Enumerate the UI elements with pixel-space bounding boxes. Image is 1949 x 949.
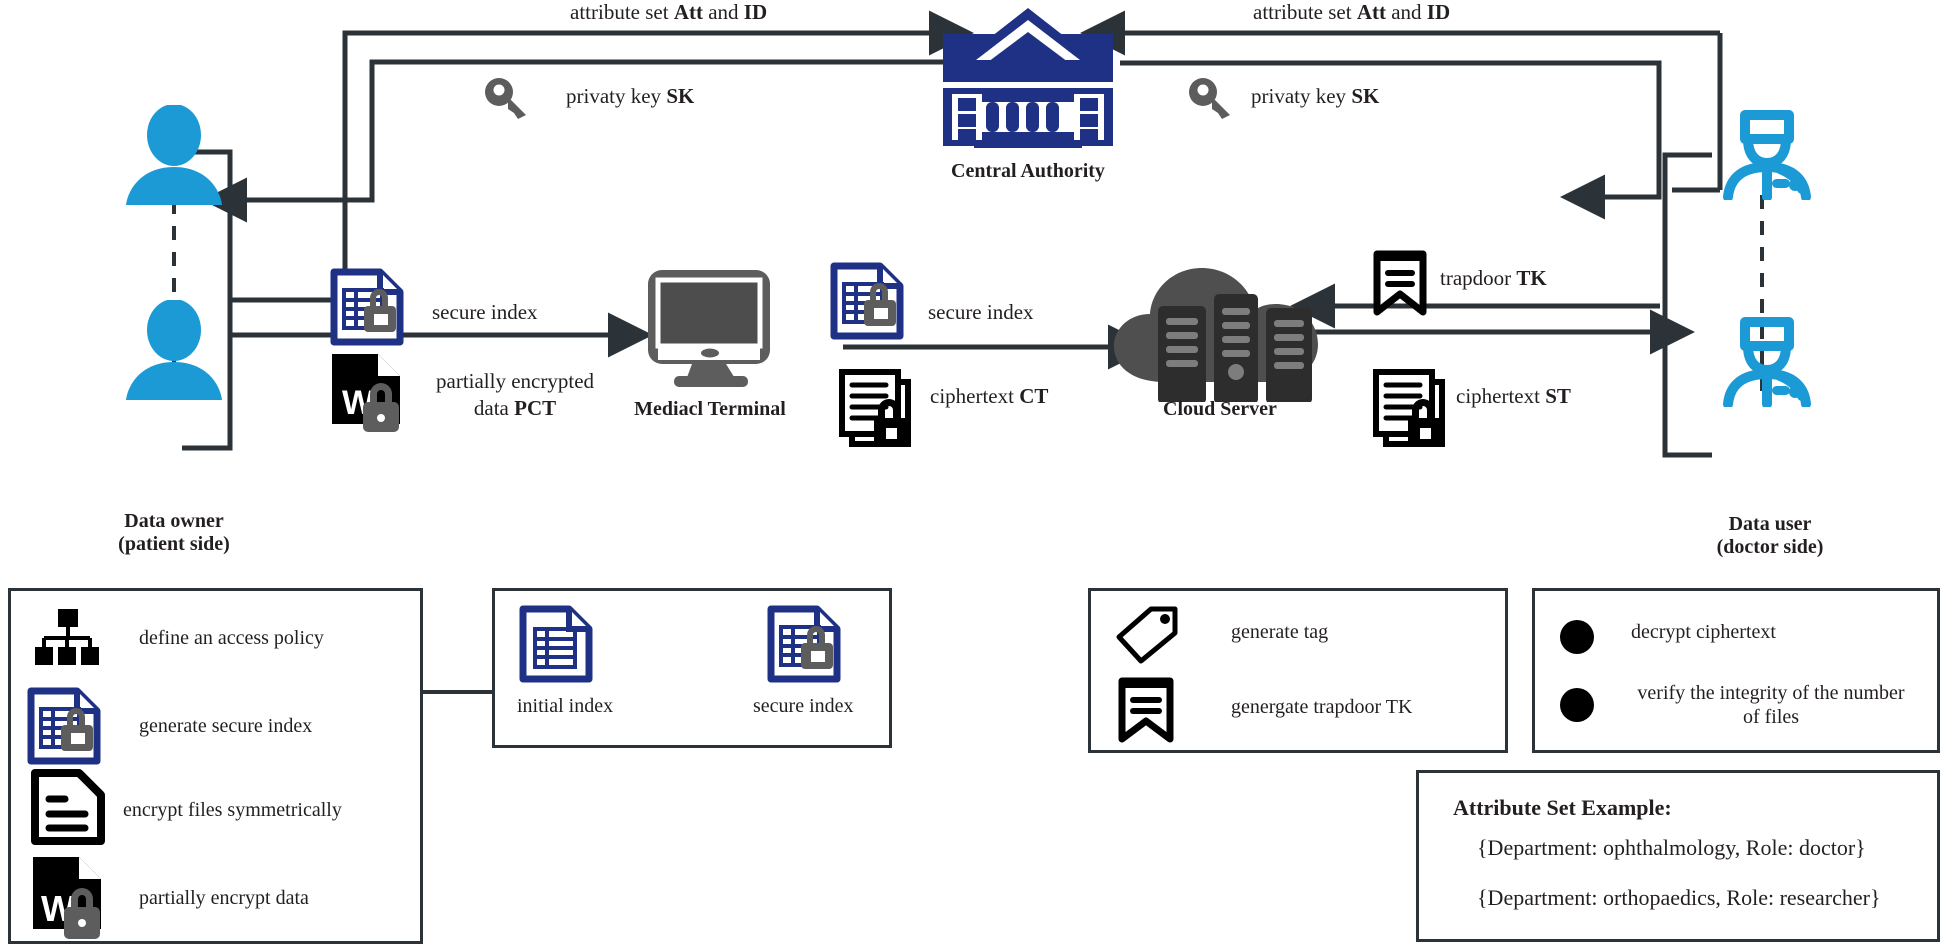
medical-terminal-monitor-icon <box>640 268 780 388</box>
arrow-sk-left <box>202 59 955 223</box>
label-st-right: ciphertext ST <box>1456 384 1571 409</box>
attribute-set-example-box: Attribute Set Example: {Department: opht… <box>1416 770 1940 942</box>
legend-box-user-operations: decrypt ciphertext verify the integrity … <box>1532 588 1940 753</box>
label-secure-index-left: secure index <box>432 300 538 324</box>
medical-terminal-caption-line1: Mediacl Terminal <box>634 398 786 420</box>
legend-user-label-0: decrypt ciphertext <box>1631 621 1776 643</box>
label-pct-left-line1: partially encrypted <box>436 369 595 393</box>
key-icon-right <box>1188 77 1238 119</box>
data-owner-person-top-icon <box>118 105 230 205</box>
secure-index-icon-legend2 <box>767 605 845 683</box>
secure-index-icon-legend <box>27 687 105 765</box>
label-attrset-right-mid: and <box>1385 0 1427 24</box>
document-lines-icon <box>31 769 107 845</box>
legend-box-owner-operations: define an access policy generate secure … <box>8 588 423 944</box>
label-ct-mid-bold: CT <box>1019 384 1049 408</box>
arrow-attrset-left <box>230 10 974 303</box>
data-user-caption: Data user (doctor side) <box>1660 513 1880 559</box>
cloud-server-caption: Cloud Server <box>1120 398 1320 421</box>
word-doc-lock-icon-legend: W <box>31 855 117 941</box>
legend-index-left-label: initial index <box>517 695 614 717</box>
label-attrset-right-b1: Att <box>1356 0 1386 24</box>
word-doc-lock-icon-left: W <box>330 352 416 434</box>
bookmark-icon-tk <box>1372 250 1428 316</box>
label-ct-mid: ciphertext CT <box>930 384 1048 409</box>
legend-owner-label-2: encrypt files symmetrically <box>123 799 342 821</box>
ciphertext-doc-lock-icon-st <box>1372 368 1454 450</box>
legend-owner-label-1: generate secure index <box>139 715 313 737</box>
cloud-server-icon <box>1110 262 1330 402</box>
legend-cloud-label-1: genergate trapdoor TK <box>1231 696 1413 718</box>
label-sk-right-plain: privaty key <box>1251 84 1352 108</box>
data-user-caption-line2: (doctor side) <box>1716 536 1824 558</box>
label-pct-left-line2-plain: data <box>473 396 515 421</box>
central-authority-caption: Central Authority <box>928 160 1128 183</box>
data-owner-caption-line2: (patient side) <box>118 533 230 555</box>
legend-owner-label-0: define an access policy <box>139 627 324 649</box>
key-icon-left <box>484 77 534 119</box>
data-owner-caption-line1: Data owner <box>124 510 224 532</box>
label-st-right-bold: ST <box>1545 384 1571 408</box>
label-attrset-left: attribute set Att and ID <box>570 0 767 25</box>
label-st-right-plain: ciphertext <box>1456 384 1546 408</box>
data-owner-caption: Data owner (patient side) <box>54 510 294 556</box>
label-ct-mid-plain: ciphertext <box>930 384 1020 408</box>
label-sk-left: privaty key SK <box>566 84 694 109</box>
initial-index-icon <box>519 605 597 683</box>
tag-icon <box>1113 605 1179 665</box>
bookmark-icon-legend <box>1117 677 1175 743</box>
bullet-dot-icon-0 <box>1559 619 1595 655</box>
legend-box-cloud-operations: generate tag genergate trapdoor TK <box>1088 588 1508 753</box>
data-user-doctor-bottom-icon <box>1712 312 1822 407</box>
label-secure-index-mid: secure index <box>928 300 1034 324</box>
label-attrset-right-plain: attribute set <box>1253 0 1357 24</box>
label-tk-right: trapdoor TK <box>1440 266 1547 291</box>
medical-terminal-caption: Mediacl Terminal <box>600 398 820 421</box>
label-attrset-right: attribute set Att and ID <box>1253 0 1450 25</box>
label-attrset-left-plain: attribute set <box>570 0 674 24</box>
legend-user-label-1: verify the integrity of the number of fi… <box>1637 682 1905 729</box>
label-sk-right-bold: SK <box>1351 84 1380 108</box>
org-chart-icon <box>33 607 101 669</box>
central-authority-caption-line1: Central Authority <box>951 160 1105 182</box>
label-sk-right: privaty key SK <box>1251 84 1379 109</box>
label-attrset-right-b2: ID <box>1426 0 1451 24</box>
label-pct-left-line2-bold: PCT <box>514 396 557 421</box>
legend-box-index-transform: initial index secure index <box>492 588 892 748</box>
legend-cloud-label-0: generate tag <box>1231 621 1329 643</box>
secure-index-icon-mid <box>830 262 908 340</box>
user-bracket <box>1662 152 1712 458</box>
label-pct-left-line2: data PCT <box>436 395 594 422</box>
bullet-dot-icon-1 <box>1559 687 1595 723</box>
attribute-set-example-row-1: {Department: orthopaedics, Role: researc… <box>1477 885 1881 910</box>
label-sk-left-bold: SK <box>666 84 695 108</box>
data-user-doctor-top-icon <box>1712 105 1822 200</box>
label-sk-left-plain: privaty key <box>566 84 667 108</box>
data-owner-person-bottom-icon <box>118 300 230 400</box>
label-attrset-left-mid: and <box>702 0 744 24</box>
attribute-set-example-title: Attribute Set Example: <box>1453 795 1672 820</box>
secure-index-icon-left <box>330 268 408 346</box>
data-user-caption-line1: Data user <box>1728 513 1812 535</box>
label-tk-right-bold: TK <box>1516 266 1547 290</box>
attribute-set-example-row-0: {Department: ophthalmology, Role: doctor… <box>1477 835 1866 860</box>
label-attrset-left-b2: ID <box>743 0 768 24</box>
label-tk-right-plain: trapdoor <box>1440 266 1517 290</box>
ciphertext-doc-lock-icon-ct <box>838 368 920 450</box>
legend-index-right-label: secure index <box>753 695 854 717</box>
label-pct-left: partially encrypted data PCT <box>436 368 594 423</box>
diagram-canvas: Data owner (patient side) Central Author… <box>0 0 1949 949</box>
central-authority-bank-icon <box>940 8 1116 148</box>
legend-owner-label-3: partially encrypt data <box>139 887 309 909</box>
label-attrset-left-b1: Att <box>673 0 703 24</box>
cloud-server-caption-line1: Cloud Server <box>1163 398 1277 420</box>
